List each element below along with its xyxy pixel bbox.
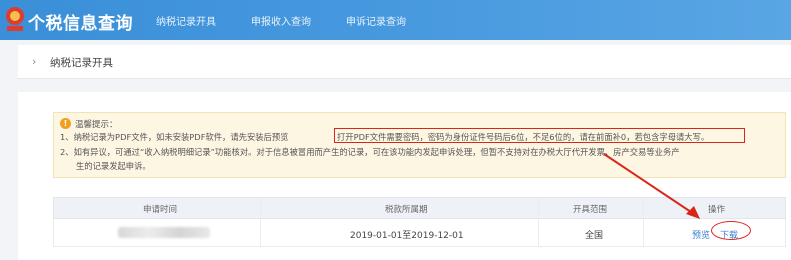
column-divider — [538, 197, 539, 247]
column-divider — [643, 197, 644, 247]
tip-title: 温馨提示： — [75, 120, 118, 130]
app-title: 个税信息查询 — [28, 14, 133, 34]
column-header-scope: 开具范围 — [573, 205, 608, 215]
nav-tax-record-issue[interactable]: 纳税记录开具 — [156, 13, 216, 28]
warning-icon: ! — [60, 118, 71, 129]
password-note-annotation-box — [334, 128, 745, 143]
tip-line-3: 生的记录发起申诉。 — [76, 161, 151, 171]
breadcrumb: › 纳税记录开具 — [18, 45, 791, 79]
column-header-apply-time: 申请时间 — [143, 205, 178, 215]
tax-emblem-icon — [6, 7, 24, 31]
nav-income-declaration-query[interactable]: 申报收入查询 — [251, 13, 311, 28]
breadcrumb-label: 纳税记录开具 — [50, 57, 113, 69]
column-header-actions: 操作 — [708, 205, 726, 215]
column-header-tax-period: 税款所属期 — [385, 205, 428, 215]
nav-appeal-record-query[interactable]: 申诉记录查询 — [346, 13, 406, 28]
tip-line-2: 2、如有异议，可通过“收入纳税明细记录”功能核对。对于信息被冒用而产生的记录，可… — [60, 147, 680, 157]
download-annotation-circle — [711, 221, 751, 240]
tip-box — [53, 112, 786, 178]
preview-link[interactable]: 预览 — [692, 228, 710, 241]
column-divider — [260, 197, 261, 247]
tip-line-1-prefix: 1、纳税记录为PDF文件，如未安装PDF软件，请先安装后预览 — [60, 132, 289, 142]
cell-scope: 全国 — [585, 231, 604, 241]
chevron-right-icon: › — [32, 55, 37, 68]
redacted-apply-time — [118, 227, 210, 238]
cell-tax-period: 2019-01-01至2019-12-01 — [350, 231, 464, 241]
